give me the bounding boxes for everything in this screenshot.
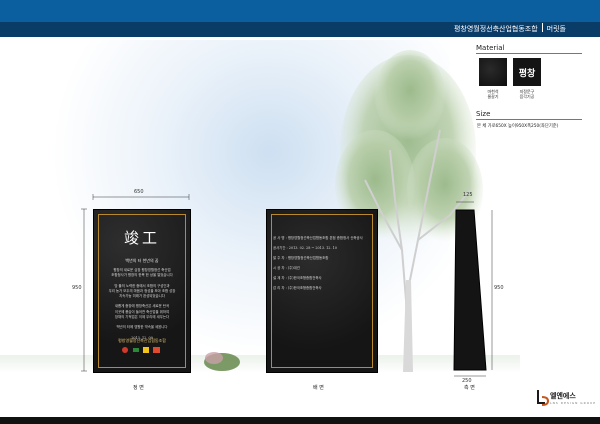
material-divider (476, 53, 582, 54)
engraved-text-swatch: 평창 (513, 58, 541, 86)
size-title: Size (476, 110, 491, 118)
swatch-sublabel: 물갈기 (487, 94, 499, 99)
swatch-caption: 마천석 물갈기 (477, 89, 509, 99)
material-title: Material (476, 44, 505, 52)
footer-bar (0, 417, 600, 424)
swatch-sublabel: 음각기공 (519, 94, 535, 99)
size-spec: 본 체 가로650X 높이950X폭250(좌단기준) (477, 124, 559, 129)
front-width-dim: 650 (134, 189, 144, 195)
front-label: 정 면 (133, 385, 144, 391)
side-label: 측 면 (464, 385, 475, 391)
dimension-lines (81, 194, 190, 372)
front-height-dim: 950 (72, 285, 82, 291)
company-sub: LNS DESIGN GROUP (550, 401, 597, 405)
side-height-dim: 950 (494, 285, 504, 291)
back-label: 배 면 (313, 385, 324, 391)
swatch-caption: 지정문구 음각기공 (511, 89, 543, 99)
side-top-dim: 125 (463, 192, 473, 198)
granite-swatch (479, 58, 507, 86)
company-name: 엘엔에스 (550, 392, 576, 400)
size-divider (476, 119, 582, 120)
company-logo-icon (537, 390, 550, 406)
